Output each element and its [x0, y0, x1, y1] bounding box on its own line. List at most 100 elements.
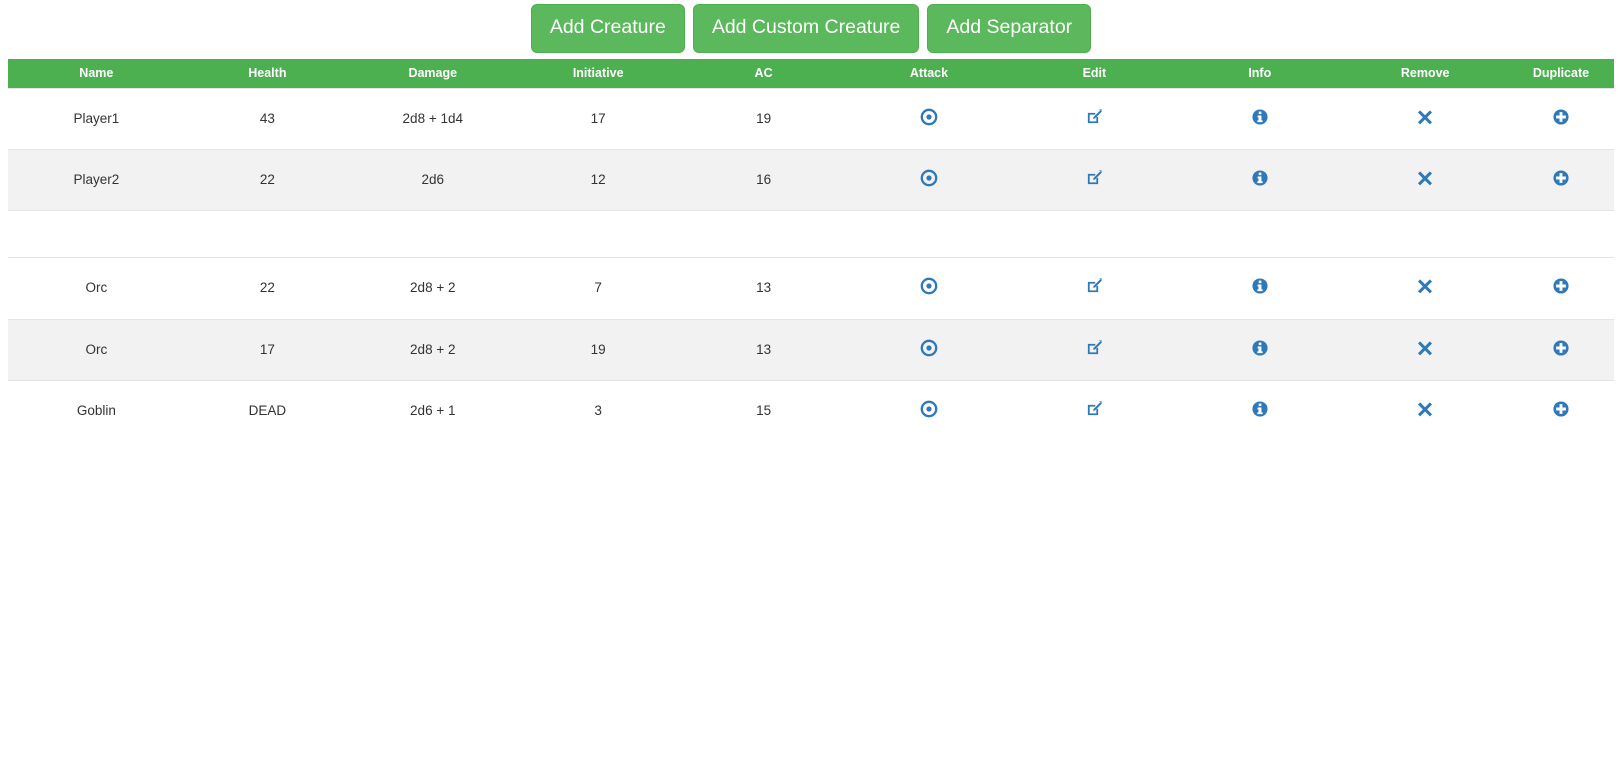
creature-health-cell: 17 [184, 318, 351, 381]
info-circle-icon[interactable] [1251, 108, 1269, 126]
creature-ac-cell: 13 [680, 318, 847, 381]
creature-info-cell [1177, 379, 1343, 441]
creature-remove-cell [1342, 87, 1508, 150]
target-icon[interactable] [920, 400, 938, 418]
edit-square-pencil-icon[interactable] [1085, 400, 1103, 418]
creature-name-cell: Orc [8, 257, 185, 320]
creature-ac-cell: 13 [680, 257, 847, 320]
separator-row [8, 210, 1614, 258]
creature-duplicate-cell [1507, 379, 1614, 441]
info-circle-icon[interactable] [1251, 400, 1269, 418]
creature-info-cell [1177, 318, 1343, 381]
creature-initiative-cell: 17 [515, 87, 681, 150]
plus-circle-icon[interactable] [1552, 400, 1570, 418]
separator-cell [8, 210, 1614, 258]
plus-circle-icon[interactable] [1552, 169, 1570, 187]
creature-damage-cell: 2d8 + 1d4 [350, 87, 516, 150]
plus-circle-icon[interactable] [1552, 277, 1570, 295]
creature-remove-cell [1342, 379, 1508, 441]
creature-edit-cell [1011, 149, 1178, 211]
column-header-ac: AC [680, 59, 847, 89]
table-row[interactable]: Player1 43 2d8 + 1d4 17 19 [8, 87, 1614, 150]
creature-ac-cell: 16 [680, 149, 847, 211]
add-creature-button[interactable]: Add Creature [530, 4, 685, 53]
target-icon[interactable] [920, 169, 938, 187]
creature-health-cell: 22 [184, 257, 351, 320]
close-x-icon[interactable] [1416, 400, 1434, 418]
edit-square-pencil-icon[interactable] [1085, 108, 1103, 126]
target-icon[interactable] [920, 339, 938, 357]
close-x-icon[interactable] [1416, 339, 1434, 357]
table-header-row: Name Health Damage Initiative AC Attack … [8, 59, 1614, 89]
edit-square-pencil-icon[interactable] [1085, 339, 1103, 357]
creature-edit-cell [1011, 257, 1178, 320]
table-row[interactable]: Orc 22 2d8 + 2 7 13 [8, 257, 1614, 320]
creature-damage-cell: 2d6 [350, 149, 516, 211]
creature-duplicate-cell [1507, 257, 1614, 320]
column-header-attack: Attack [846, 59, 1012, 89]
creature-initiative-cell: 12 [515, 149, 681, 211]
table-header: Name Health Damage Initiative AC Attack … [8, 59, 1614, 89]
edit-square-pencil-icon[interactable] [1085, 169, 1103, 187]
creature-name-cell: Orc [8, 318, 185, 381]
creature-edit-cell [1011, 379, 1178, 441]
creature-health-cell: 43 [184, 87, 351, 150]
column-header-info: Info [1177, 59, 1343, 89]
target-icon[interactable] [920, 108, 938, 126]
creature-attack-cell [846, 257, 1012, 320]
initiative-tracker-app: Add Creature Add Custom Creature Add Sep… [0, 0, 1622, 784]
creature-edit-cell [1011, 318, 1178, 381]
creature-duplicate-cell [1507, 87, 1614, 150]
creature-attack-cell [846, 379, 1012, 441]
creature-remove-cell [1342, 149, 1508, 211]
creature-damage-cell: 2d8 + 2 [350, 257, 516, 320]
table-body: Player1 43 2d8 + 1d4 17 19 Player2 22 2d6 12 16 … [8, 87, 1614, 441]
creature-info-cell [1177, 257, 1343, 320]
add-custom-creature-button[interactable]: Add Custom Creature [692, 4, 920, 53]
creature-name-cell: Player1 [8, 87, 185, 150]
column-header-name: Name [8, 59, 185, 89]
creature-health-cell: DEAD [184, 379, 351, 441]
add-separator-button[interactable]: Add Separator [927, 4, 1092, 53]
plus-circle-icon[interactable] [1552, 108, 1570, 126]
creature-duplicate-cell [1507, 318, 1614, 381]
table-row[interactable]: Orc 17 2d8 + 2 19 13 [8, 318, 1614, 381]
plus-circle-icon[interactable] [1552, 339, 1570, 357]
info-circle-icon[interactable] [1251, 277, 1269, 295]
target-icon[interactable] [920, 277, 938, 295]
column-header-edit: Edit [1011, 59, 1178, 89]
creature-attack-cell [846, 149, 1012, 211]
creature-duplicate-cell [1507, 149, 1614, 211]
creature-attack-cell [846, 87, 1012, 150]
creature-edit-cell [1011, 87, 1178, 150]
creature-name-cell: Goblin [8, 379, 185, 441]
creature-damage-cell: 2d6 + 1 [350, 379, 516, 441]
creature-initiative-cell: 19 [515, 318, 681, 381]
creature-remove-cell [1342, 257, 1508, 320]
creature-ac-cell: 15 [680, 379, 847, 441]
creature-remove-cell [1342, 318, 1508, 381]
column-header-initiative: Initiative [515, 59, 681, 89]
close-x-icon[interactable] [1416, 108, 1434, 126]
edit-square-pencil-icon[interactable] [1085, 277, 1103, 295]
close-x-icon[interactable] [1416, 169, 1434, 187]
table-row[interactable]: Goblin DEAD 2d6 + 1 3 15 [8, 379, 1614, 441]
column-header-duplicate: Duplicate [1507, 59, 1614, 89]
creature-damage-cell: 2d8 + 2 [350, 318, 516, 381]
close-x-icon[interactable] [1416, 277, 1434, 295]
creature-ac-cell: 19 [680, 87, 847, 150]
creature-health-cell: 22 [184, 149, 351, 211]
creature-table: Name Health Damage Initiative AC Attack … [8, 59, 1614, 441]
creature-info-cell [1177, 149, 1343, 211]
table-row[interactable]: Player2 22 2d6 12 16 [8, 149, 1614, 211]
creature-info-cell [1177, 87, 1343, 150]
creature-table-container: Name Health Damage Initiative AC Attack … [8, 59, 1614, 441]
creature-initiative-cell: 7 [515, 257, 681, 320]
creature-name-cell: Player2 [8, 149, 185, 211]
creature-attack-cell [846, 318, 1012, 381]
toolbar: Add Creature Add Custom Creature Add Sep… [0, 0, 1622, 53]
column-header-remove: Remove [1342, 59, 1508, 89]
column-header-health: Health [184, 59, 351, 89]
info-circle-icon[interactable] [1251, 339, 1269, 357]
info-circle-icon[interactable] [1251, 169, 1269, 187]
